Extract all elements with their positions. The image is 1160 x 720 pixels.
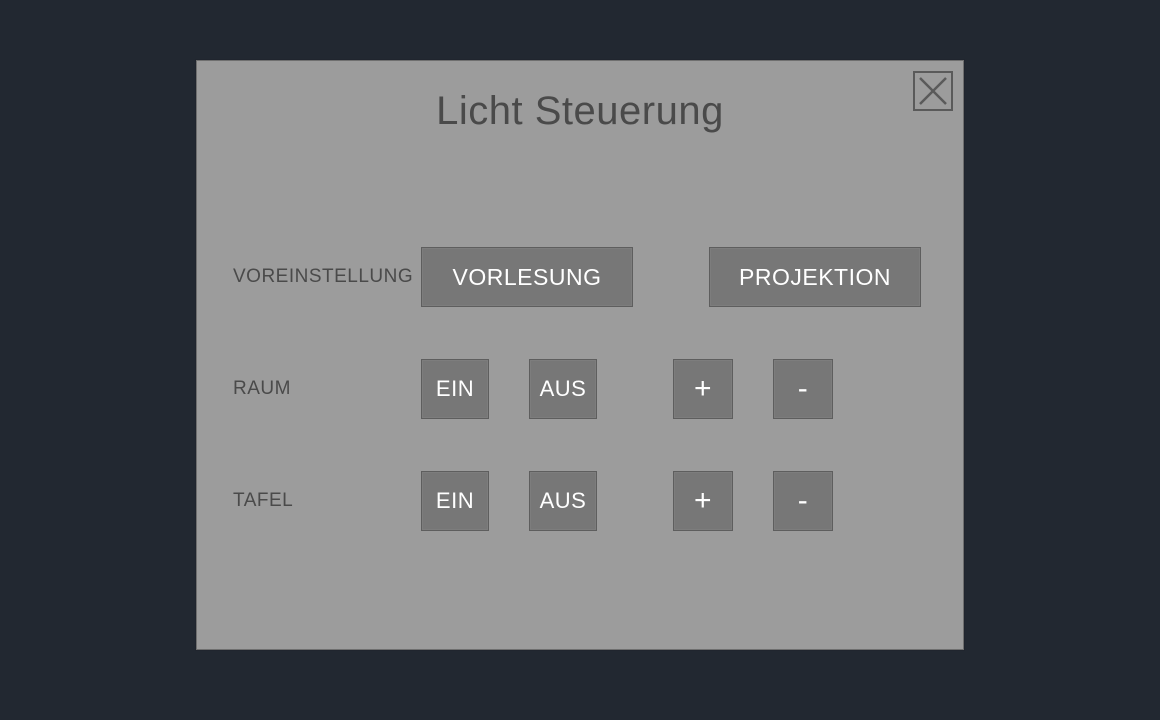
preset-projection-button[interactable]: PROJEKTION — [709, 247, 921, 307]
board-on-button[interactable]: EIN — [421, 471, 489, 531]
dialog-title: Licht Steuerung — [197, 89, 963, 134]
preset-row: VOREINSTELLUNG VORLESUNG PROJEKTION — [233, 247, 927, 307]
room-label: RAUM — [233, 378, 421, 400]
preset-cell-left: VORLESUNG — [421, 247, 633, 307]
room-plus-button[interactable]: + — [673, 359, 733, 419]
preset-lecture-button[interactable]: VORLESUNG — [421, 247, 633, 307]
room-on-button[interactable]: EIN — [421, 359, 489, 419]
board-minus-button[interactable]: - — [773, 471, 833, 531]
board-cell-dim: + - — [673, 471, 833, 531]
board-label: TAFEL — [233, 490, 421, 512]
controls-container: VOREINSTELLUNG VORLESUNG PROJEKTION RAUM… — [233, 247, 927, 583]
board-cell-onoff: EIN AUS — [421, 471, 597, 531]
preset-label: VOREINSTELLUNG — [233, 266, 421, 288]
board-off-button[interactable]: AUS — [529, 471, 597, 531]
room-cell-dim: + - — [673, 359, 833, 419]
room-row: RAUM EIN AUS + - — [233, 359, 927, 419]
preset-cell-right: PROJEKTION — [709, 247, 921, 307]
close-icon — [917, 75, 949, 107]
room-minus-button[interactable]: - — [773, 359, 833, 419]
board-plus-button[interactable]: + — [673, 471, 733, 531]
room-off-button[interactable]: AUS — [529, 359, 597, 419]
close-button[interactable] — [913, 71, 953, 111]
room-cell-onoff: EIN AUS — [421, 359, 597, 419]
board-row: TAFEL EIN AUS + - — [233, 471, 927, 531]
light-control-dialog: Licht Steuerung VOREINSTELLUNG VORLESUNG… — [196, 60, 964, 650]
